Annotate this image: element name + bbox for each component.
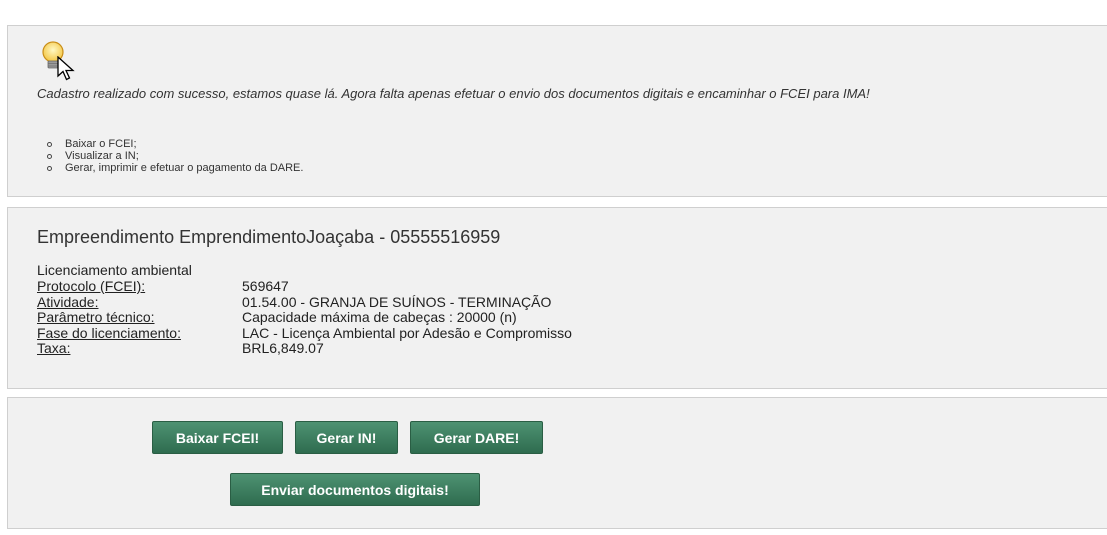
field-label: Atividade: (37, 293, 99, 310)
field-row-fase: Fase do licenciamento: LAC - Licença Amb… (37, 324, 572, 342)
field-value: LAC - Licença Ambiental por Adesão e Com… (242, 324, 572, 341)
field-value: Capacidade máxima de cabeças : 20000 (n) (242, 309, 517, 325)
list-item: Gerar, imprimir e efetuar o pagamento da… (37, 162, 303, 174)
steps-list: Baixar o FCEI; Visualizar a IN; Gerar, i… (37, 138, 303, 174)
field-label: Taxa: (37, 340, 71, 356)
list-item: Baixar o FCEI; (37, 138, 303, 150)
enterprise-fields: Protocolo (FCEI): 569647 Atividade: 01.5… (37, 278, 572, 357)
field-label: Fase do licenciamento: (37, 324, 181, 341)
generate-in-button[interactable]: Gerar IN! (295, 421, 398, 454)
mouse-pointer-icon (57, 56, 75, 81)
generate-dare-button[interactable]: Gerar DARE! (410, 421, 543, 454)
field-row-protocolo: Protocolo (FCEI): 569647 (37, 278, 572, 295)
actions-panel (7, 397, 1107, 529)
field-value: BRL6,849.07 (242, 340, 324, 356)
send-documents-button[interactable]: Enviar documentos digitais! (230, 473, 480, 506)
download-fcei-button[interactable]: Baixar FCEI! (152, 421, 283, 454)
section-label: Licenciamento ambiental (37, 262, 192, 278)
success-message: Cadastro realizado com sucesso, estamos … (37, 86, 870, 101)
field-row-taxa: Taxa: BRL6,849.07 (37, 340, 572, 357)
field-label: Protocolo (FCEI): (37, 278, 146, 294)
field-label: Parâmetro técnico: (37, 309, 155, 325)
field-value: 569647 (242, 278, 289, 294)
field-row-parametro: Parâmetro técnico: Capacidade máxima de … (37, 309, 572, 326)
field-row-atividade: Atividade: 01.54.00 - GRANJA DE SUÍNOS -… (37, 293, 572, 311)
enterprise-title: Empreendimento EmprendimentoJoaçaba - 05… (37, 227, 501, 247)
field-value: 01.54.00 - GRANJA DE SUÍNOS - TERMINAÇÃO (242, 293, 552, 310)
list-item: Visualizar a IN; (37, 150, 303, 162)
